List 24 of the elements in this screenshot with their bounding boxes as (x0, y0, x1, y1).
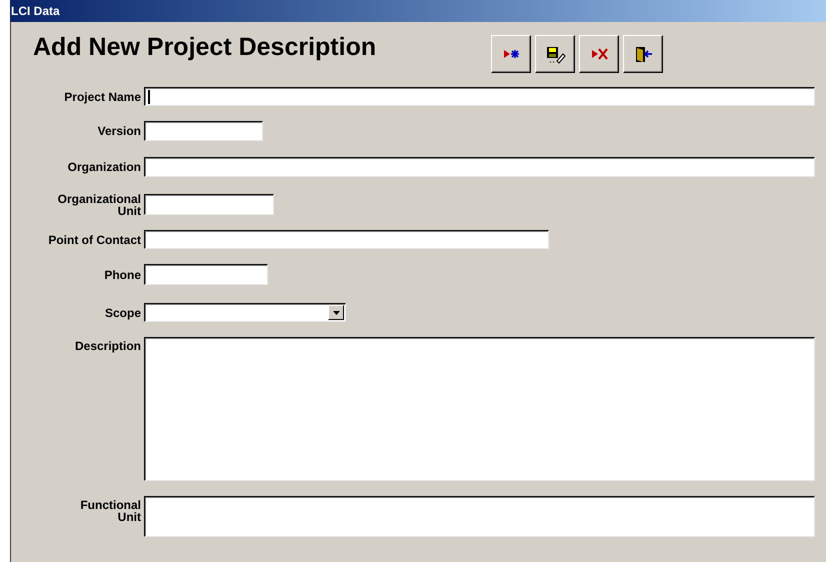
floppy-pencil-icon (544, 44, 566, 64)
save-button[interactable] (535, 35, 576, 73)
field-label: Point of Contact (47, 234, 141, 246)
exit-button[interactable] (623, 35, 664, 73)
input-field[interactable] (144, 194, 274, 215)
field-label: Project Name (63, 90, 141, 102)
window-title: LCI Data (10, 3, 60, 20)
field-label: Description (74, 340, 141, 352)
input-field[interactable] (144, 121, 263, 141)
scope-dropdown[interactable] (144, 303, 346, 322)
text-area[interactable] (144, 496, 815, 537)
input-field[interactable] (144, 157, 815, 177)
field-label: Version (96, 125, 141, 137)
field-label: Organizational Unit (56, 192, 141, 216)
input-field[interactable] (144, 87, 815, 106)
new-button[interactable] (491, 35, 532, 73)
field-label: Functional Unit (79, 499, 141, 523)
field-label: Scope (104, 306, 141, 318)
field-label: Phone (103, 268, 141, 280)
field-label: Organization (66, 161, 141, 173)
input-field[interactable] (144, 230, 549, 249)
delete-button[interactable] (579, 35, 620, 73)
form-heading: Add New Project Description (33, 32, 376, 63)
input-field[interactable] (144, 264, 268, 285)
